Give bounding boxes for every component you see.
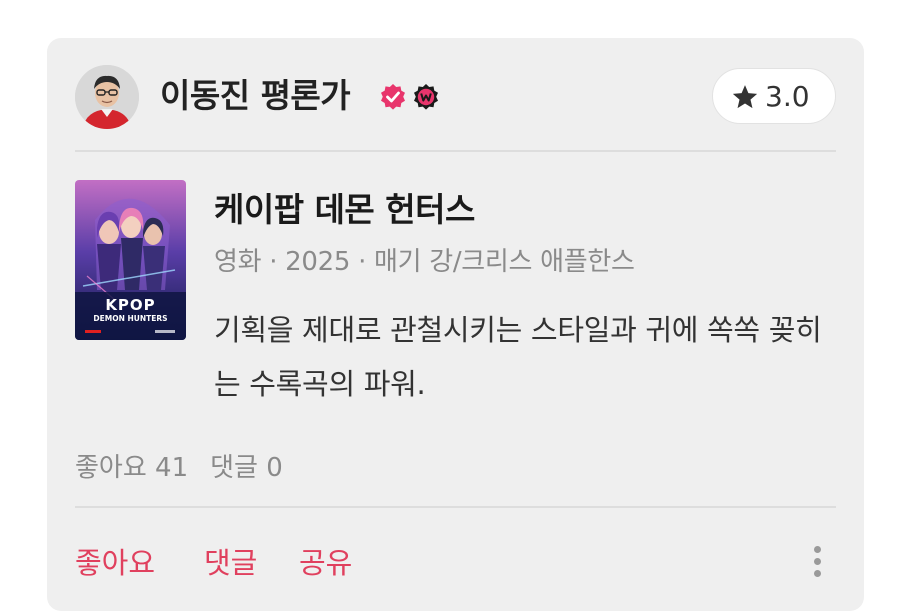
poster-title-text: KPOP: [105, 296, 155, 314]
review-card: 이동진 평론가 3.0 KPOP DEMON HUNTERS 케이팝 데몬 헌터…: [47, 38, 864, 611]
like-button[interactable]: 좋아요: [75, 543, 155, 583]
review-header: 이동진 평론가 3.0: [75, 63, 836, 129]
poster-image: KPOP DEMON HUNTERS: [75, 180, 186, 340]
more-vertical-icon[interactable]: [812, 546, 822, 580]
comment-count: 댓글 0: [210, 453, 283, 483]
poster-subtitle-text: DEMON HUNTERS: [93, 314, 167, 323]
critic-name[interactable]: 이동진 평론가: [160, 76, 351, 116]
share-button[interactable]: 공유: [299, 543, 352, 583]
header-divider: [75, 150, 836, 152]
rating-pill: 3.0: [712, 68, 836, 124]
star-icon: [732, 85, 758, 109]
work-meta: 영화 · 2025 · 매기 강/크리스 애플한스: [214, 247, 635, 277]
verified-check-icon: [381, 84, 405, 110]
critic-avatar[interactable]: [75, 65, 139, 129]
actions-divider: [75, 506, 836, 508]
review-text[interactable]: 기획을 제대로 관철시키는 스타일과 귀에 쏙쏙 꽂히는 수록곡의 파워.: [214, 303, 834, 411]
watcha-w-badge-icon: [414, 84, 438, 110]
comment-button[interactable]: 댓글: [204, 543, 257, 583]
rating-value: 3.0: [765, 80, 810, 113]
movie-poster[interactable]: KPOP DEMON HUNTERS: [75, 180, 186, 340]
like-count: 좋아요 41: [75, 453, 189, 483]
person-avatar-icon: [75, 65, 139, 129]
work-title[interactable]: 케이팝 데몬 헌터스: [214, 190, 475, 230]
review-actions: 좋아요 댓글 공유: [75, 543, 836, 583]
review-stats: 좋아요 41 댓글 0: [75, 451, 305, 485]
